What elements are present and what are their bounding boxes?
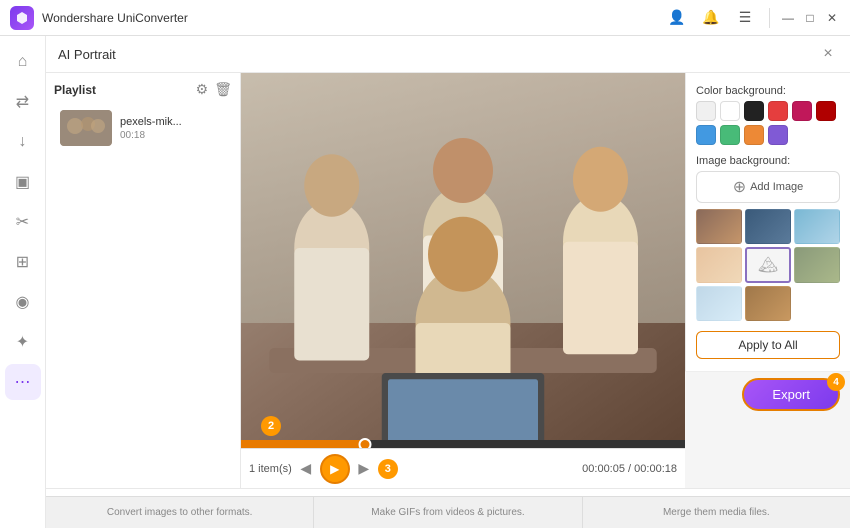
img-thumb-2[interactable] xyxy=(794,209,840,244)
add-icon: ⊕ xyxy=(733,177,746,197)
playlist-info: pexels-mik... 00:18 xyxy=(120,116,226,141)
right-col: Color background: xyxy=(685,73,850,488)
img-thumb-7[interactable] xyxy=(745,286,791,321)
sidebar: ⌂ ⇄ ↓ ▣ ✂ ⊞ ◉ ✦ ⋯ xyxy=(0,36,46,528)
sidebar-item-convert[interactable]: ⇄ xyxy=(5,84,41,120)
right-panel: Color background: xyxy=(685,73,850,371)
playlist-icons: ⚙ 🗑 xyxy=(196,81,232,98)
image-bg-label: Image background: xyxy=(696,155,840,167)
badge-3: 3 xyxy=(378,459,398,479)
items-count: 1 item(s) xyxy=(249,463,292,475)
content-area: Playlist ⚙ 🗑 xyxy=(46,73,850,528)
color-swatch-7[interactable] xyxy=(720,125,740,145)
sidebar-item-scissors[interactable]: ✂ xyxy=(5,204,41,240)
notification-icon[interactable]: 🔔 xyxy=(697,4,725,32)
badge-4: 4 xyxy=(827,373,845,391)
add-image-button[interactable]: ⊕ Add Image xyxy=(696,171,840,203)
main-layout: ⌂ ⇄ ↓ ▣ ✂ ⊞ ◉ ✦ ⋯ AI Portrait × Playlist xyxy=(0,36,850,528)
sidebar-item-screen[interactable]: ▣ xyxy=(5,164,41,200)
modal-title: AI Portrait xyxy=(58,47,116,62)
image-grid: 🏔 xyxy=(696,209,840,321)
image-bg-section: Image background: ⊕ Add Image xyxy=(696,155,840,321)
sidebar-item-home[interactable]: ⌂ xyxy=(5,44,41,80)
modal-area: AI Portrait × Playlist ⚙ 🗑 xyxy=(46,36,850,528)
title-bar-controls: 👤 🔔 ☰ — □ ✕ xyxy=(663,4,840,32)
img-thumb-5[interactable] xyxy=(794,247,840,282)
modal-close-button[interactable]: × xyxy=(818,44,838,64)
img-thumb-0[interactable] xyxy=(696,209,742,244)
color-swatch-3[interactable] xyxy=(768,101,788,121)
color-swatch-4[interactable] xyxy=(792,101,812,121)
img-thumb-1[interactable] xyxy=(745,209,791,244)
minimize-btn[interactable]: — xyxy=(780,10,796,26)
color-swatches xyxy=(696,101,840,145)
apply-to-all-button[interactable]: Apply to All xyxy=(696,331,840,359)
playlist-delete-icon[interactable]: 🗑 xyxy=(214,81,232,98)
video-preview: 2 xyxy=(241,73,685,448)
export-button[interactable]: Export xyxy=(742,378,840,411)
footer-bar: Convert images to other formats. Make GI… xyxy=(46,496,850,528)
add-image-label: Add Image xyxy=(750,181,803,193)
menu-icon[interactable]: ☰ xyxy=(731,4,759,32)
badge-2: 2 xyxy=(261,416,281,436)
app-title: Wondershare UniConverter xyxy=(42,11,663,25)
img-thumb-3[interactable] xyxy=(696,247,742,282)
playlist-title: Playlist xyxy=(54,83,96,97)
footer-item-1: Make GIFs from videos & pictures. xyxy=(314,497,582,528)
playlist-item[interactable]: pexels-mik... 00:18 xyxy=(54,106,232,150)
playlist-item-name: pexels-mik... xyxy=(120,116,226,128)
sidebar-item-camera[interactable]: ◉ xyxy=(5,284,41,320)
color-swatch-8[interactable] xyxy=(744,125,764,145)
sidebar-item-grid[interactable]: ⊞ xyxy=(5,244,41,280)
color-swatch-6[interactable] xyxy=(696,125,716,145)
color-swatch-2[interactable] xyxy=(744,101,764,121)
user-icon[interactable]: 👤 xyxy=(663,4,691,32)
playlist-item-duration: 00:18 xyxy=(120,130,226,141)
sidebar-item-effects[interactable]: ✦ xyxy=(5,324,41,360)
footer-item-2: Merge them media files. xyxy=(583,497,850,528)
playlist-panel: Playlist ⚙ 🗑 xyxy=(46,73,241,488)
playlist-header: Playlist ⚙ 🗑 xyxy=(54,81,232,98)
color-swatch-9[interactable] xyxy=(768,125,788,145)
export-area: Export 4 xyxy=(685,371,850,417)
color-swatch-5[interactable] xyxy=(816,101,836,121)
video-controls: 1 item(s) ◀ ▶ ▶ 3 00:00:05 / 00:00:18 xyxy=(241,448,685,488)
color-bg-label: Color background: xyxy=(696,85,840,97)
playlist-settings-icon[interactable]: ⚙ xyxy=(196,81,209,98)
title-bar: Wondershare UniConverter 👤 🔔 ☰ — □ ✕ xyxy=(0,0,850,36)
time-display: 00:00:05 / 00:00:18 xyxy=(402,463,677,475)
video-col: 2 1 item(s) ◀ ▶ ▶ 3 00:00:05 / 00:00 xyxy=(241,73,685,488)
app-logo xyxy=(10,6,34,30)
close-btn[interactable]: ✕ xyxy=(824,10,840,26)
color-swatch-0[interactable] xyxy=(696,101,716,121)
current-time: 00:00:05 xyxy=(582,463,625,475)
export-wrap: Export 4 xyxy=(742,378,840,411)
img-thumb-4[interactable]: 🏔 xyxy=(745,247,791,282)
playlist-thumb xyxy=(60,110,112,146)
maximize-btn[interactable]: □ xyxy=(802,10,818,26)
next-button[interactable]: ▶ xyxy=(354,459,374,479)
prev-button[interactable]: ◀ xyxy=(296,459,316,479)
footer-item-0: Convert images to other formats. xyxy=(46,497,314,528)
img-thumb-6[interactable] xyxy=(696,286,742,321)
sidebar-item-apps[interactable]: ⋯ xyxy=(5,364,41,400)
color-swatch-1[interactable] xyxy=(720,101,740,121)
color-bg-section: Color background: xyxy=(696,85,840,145)
modal-header: AI Portrait × xyxy=(46,36,850,73)
sidebar-item-download[interactable]: ↓ xyxy=(5,124,41,160)
total-time: 00:00:18 xyxy=(634,463,677,475)
play-button[interactable]: ▶ xyxy=(320,454,350,484)
